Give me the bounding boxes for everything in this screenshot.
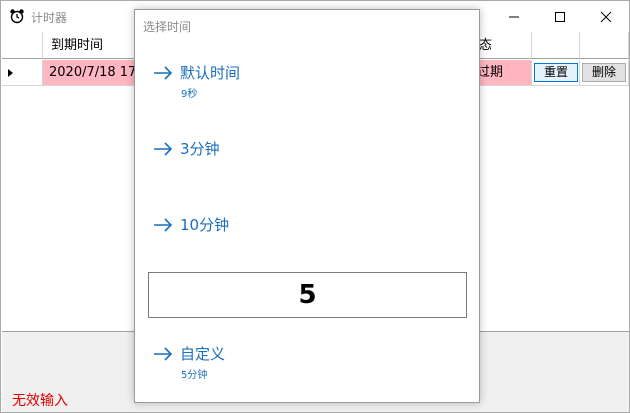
option-10-minutes[interactable]: 10分钟 [153, 214, 353, 238]
column-header-label: 到期时间 [51, 38, 104, 53]
current-row-icon [8, 69, 13, 77]
window-title: 计时器 [31, 11, 68, 25]
option-subtext: 9秒 [181, 89, 198, 100]
custom-time-input[interactable] [148, 272, 467, 318]
minimize-button[interactable] [491, 1, 537, 32]
option-subtext: 5分钟 [181, 370, 208, 381]
delete-cell: 删除 [580, 60, 629, 86]
close-icon [600, 11, 612, 23]
status-cell[interactable]: 过期 [473, 60, 532, 86]
minimize-icon [509, 16, 519, 18]
option-label: 默认时间 [180, 64, 241, 82]
reset-cell: 重置 [532, 60, 580, 86]
close-button[interactable] [583, 1, 629, 32]
status-value: 过期 [477, 65, 504, 80]
popup-title: 选择时间 [143, 20, 192, 34]
option-3-minutes[interactable]: 3分钟 [153, 138, 353, 162]
arrow-right-icon [154, 142, 173, 156]
option-label: 自定义 [180, 345, 226, 363]
column-header-delete[interactable] [580, 32, 629, 59]
option-label: 10分钟 [180, 216, 230, 234]
maximize-button[interactable] [537, 1, 583, 32]
option-default-time[interactable]: 默认时间 9秒 [153, 62, 353, 102]
option-custom[interactable]: 自定义 5分钟 [153, 343, 353, 383]
error-message: 无效输入 [12, 393, 68, 409]
alarm-clock-icon [9, 8, 25, 24]
option-label: 3分钟 [180, 140, 220, 158]
delete-button[interactable]: 删除 [582, 63, 626, 82]
due-time-value: 2020/7/18 17 [49, 65, 137, 80]
arrow-right-icon [154, 347, 173, 361]
arrow-right-icon [154, 66, 173, 80]
row-header-corner [2, 32, 43, 59]
row-header[interactable] [2, 60, 43, 86]
maximize-icon [555, 12, 565, 22]
arrow-right-icon [154, 218, 173, 232]
reset-button[interactable]: 重置 [534, 63, 578, 82]
column-header-reset[interactable] [532, 32, 580, 59]
column-header-status[interactable]: 态 [473, 32, 532, 59]
time-picker-popup: 选择时间 默认时间 9秒 3分钟 10分钟 自定义 5分钟 [134, 9, 480, 403]
